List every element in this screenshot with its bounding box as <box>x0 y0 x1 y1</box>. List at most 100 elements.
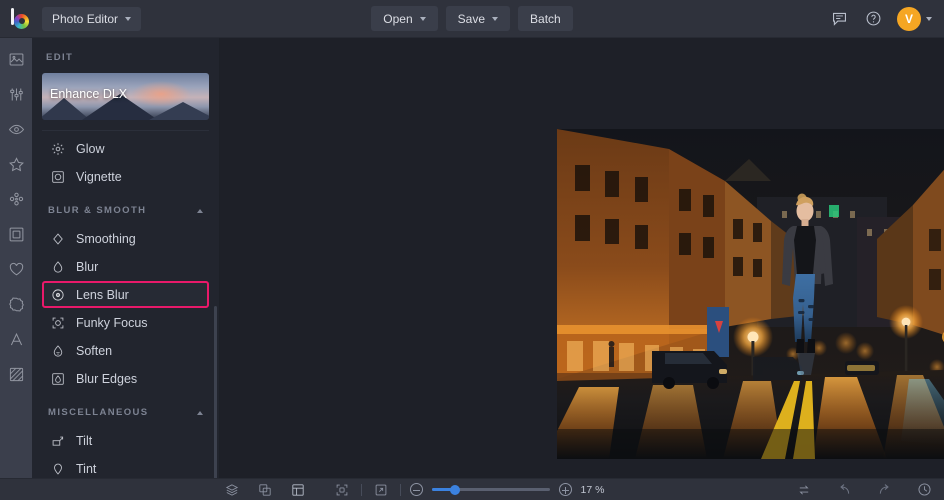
divider <box>42 130 209 131</box>
night-street-photo <box>557 129 944 459</box>
zoom-slider-knob[interactable] <box>450 485 460 495</box>
chevron-down-icon <box>125 17 131 21</box>
zoom-in-button[interactable] <box>559 483 572 496</box>
bunny-color-wheel-logo <box>9 8 31 30</box>
batch-button[interactable]: Batch <box>518 6 573 31</box>
menu-item-label: Glow <box>76 142 104 156</box>
feedback-icon[interactable] <box>829 9 849 29</box>
layers-icon[interactable] <box>222 480 242 500</box>
rail-item-artistic[interactable] <box>5 153 27 175</box>
history-button[interactable] <box>914 480 934 500</box>
promo-peak-right <box>149 102 209 120</box>
sun-icon <box>50 141 65 156</box>
menu-item-lens-blur[interactable]: Lens Blur <box>42 281 209 308</box>
chevron-down-icon <box>926 17 932 21</box>
compare-button[interactable] <box>794 480 814 500</box>
help-icon[interactable] <box>863 9 883 29</box>
redo-button[interactable] <box>874 480 894 500</box>
menu-item-label: Tilt <box>76 434 92 448</box>
chevron-up-icon <box>197 411 203 415</box>
focus-brackets-icon <box>50 315 65 330</box>
tool-rail <box>0 38 32 478</box>
rail-item-favorites[interactable] <box>5 258 27 280</box>
menu-item-smoothing[interactable]: Smoothing <box>42 225 209 252</box>
group-title: MISCELLANEOUS <box>48 407 149 418</box>
group-title: BLUR & SMOOTH <box>48 205 146 216</box>
menu-item-label: Vignette <box>76 170 122 184</box>
menu-item-label: Soften <box>76 344 112 358</box>
rail-item-overlays[interactable] <box>5 188 27 210</box>
menu-item-label: Tint <box>76 462 96 476</box>
chevron-up-icon <box>197 209 203 213</box>
logo-color-wheel <box>14 14 29 29</box>
panel-heading: EDIT <box>42 38 209 73</box>
duplicate-icon[interactable] <box>255 480 275 500</box>
photo-editor-app: Photo Editor Open Save Batch <box>0 0 944 500</box>
avatar: V <box>897 7 921 31</box>
menu-item-blur[interactable]: Blur <box>42 253 209 280</box>
photo-canvas[interactable] <box>557 129 944 459</box>
menu-item-label: Lens Blur <box>76 288 129 302</box>
edit-panel-inner: EDIT Enhance DLX Gl <box>32 38 219 478</box>
soften-droplet-icon <box>50 343 65 358</box>
chevron-down-icon <box>492 17 498 21</box>
undo-button[interactable] <box>834 480 854 500</box>
droplet-square-icon <box>50 371 65 386</box>
open-button[interactable]: Open <box>371 6 437 31</box>
zoom-slider[interactable] <box>432 488 550 491</box>
app-title-chip[interactable]: Photo Editor <box>42 7 141 31</box>
edit-panel: EDIT Enhance DLX Gl <box>32 38 220 478</box>
bottom-bar-left <box>222 480 308 500</box>
group-miscellaneous[interactable]: MISCELLANEOUS <box>42 393 209 426</box>
batch-button-label: Batch <box>530 12 561 26</box>
bottom-bar-right <box>794 480 934 500</box>
divider <box>361 484 362 496</box>
app-logo[interactable] <box>4 8 36 30</box>
canvas-area <box>220 38 944 478</box>
menu-item-vignette[interactable]: Vignette <box>42 163 209 190</box>
rail-item-photo[interactable] <box>5 48 27 70</box>
aperture-icon <box>50 287 65 302</box>
diamond-icon <box>50 231 65 246</box>
bottom-bar: 17 % <box>0 478 944 500</box>
menu-item-label: Blur Edges <box>76 372 137 386</box>
rail-item-text[interactable] <box>5 328 27 350</box>
rail-item-badges[interactable] <box>5 293 27 315</box>
app-body: EDIT Enhance DLX Gl <box>0 38 944 478</box>
menu-item-label: Smoothing <box>76 232 136 246</box>
menu-item-glow[interactable]: Glow <box>42 135 209 162</box>
zoom-value: 17 % <box>581 484 613 496</box>
rail-item-textures[interactable] <box>5 363 27 385</box>
menu-item-tint[interactable]: Tint <box>42 455 209 478</box>
menu-item-funky-focus[interactable]: Funky Focus <box>42 309 209 336</box>
menu-item-label: Funky Focus <box>76 316 148 330</box>
rail-item-adjust[interactable] <box>5 83 27 105</box>
fit-to-screen-button[interactable] <box>332 480 352 500</box>
canvas-viewport[interactable] <box>220 38 944 478</box>
zoom-out-button[interactable] <box>410 483 423 496</box>
droplet-icon <box>50 259 65 274</box>
menu-item-soften[interactable]: Soften <box>42 337 209 364</box>
actual-size-button[interactable] <box>371 480 391 500</box>
panel-scrollbar[interactable] <box>214 306 217 478</box>
save-button[interactable]: Save <box>446 6 510 31</box>
top-bar: Photo Editor Open Save Batch <box>0 0 944 38</box>
user-menu[interactable]: V <box>897 7 932 31</box>
menu-item-blur-edges[interactable]: Blur Edges <box>42 365 209 392</box>
promo-enhance-dlx[interactable]: Enhance DLX <box>42 73 209 120</box>
top-bar-right: V <box>829 7 944 31</box>
top-bar-actions: Open Save Batch <box>0 6 944 31</box>
open-button-label: Open <box>383 12 412 26</box>
group-blur-and-smooth[interactable]: BLUR & SMOOTH <box>42 191 209 224</box>
rail-item-effects[interactable] <box>5 118 27 140</box>
rail-item-frames[interactable] <box>5 223 27 245</box>
divider <box>400 484 401 496</box>
vignette-square-icon <box>50 169 65 184</box>
menu-item-label: Blur <box>76 260 98 274</box>
chevron-down-icon <box>420 17 426 21</box>
save-button-label: Save <box>458 12 485 26</box>
tilt-icon <box>50 433 65 448</box>
menu-item-tilt[interactable]: Tilt <box>42 427 209 454</box>
promo-label: Enhance DLX <box>50 87 127 101</box>
layout-icon[interactable] <box>288 480 308 500</box>
